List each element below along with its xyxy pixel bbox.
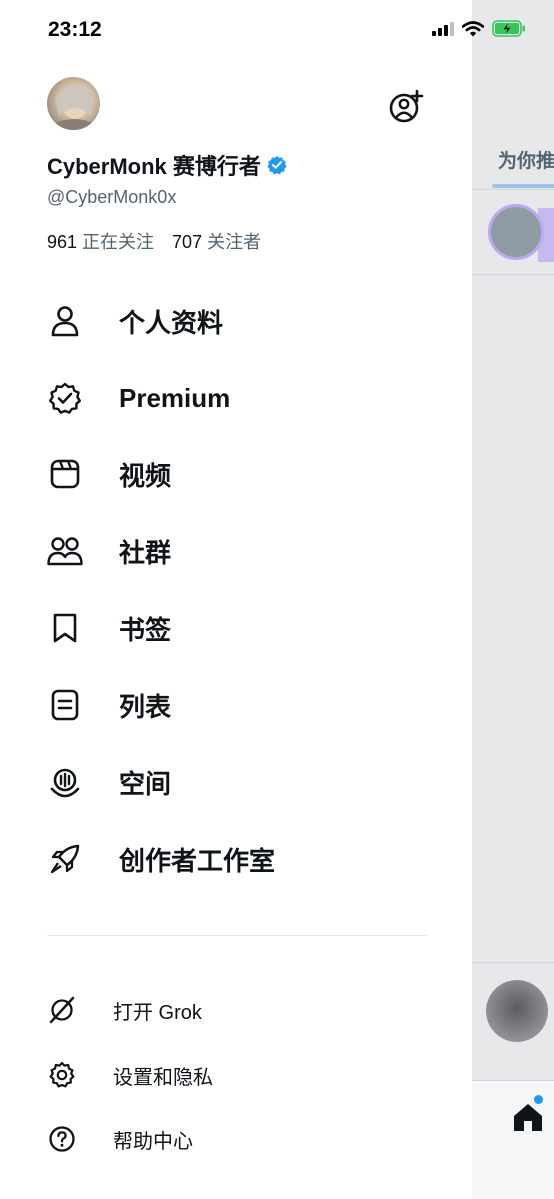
home-icon[interactable] (512, 1102, 544, 1132)
profile-handle: @CyberMonk0x (47, 187, 177, 207)
bg-tab-indicator (492, 184, 554, 188)
menu-item-help[interactable]: 帮助中心 (47, 1123, 427, 1155)
video-icon (47, 456, 83, 492)
person-icon (47, 303, 83, 339)
bookmark-icon (47, 610, 83, 646)
status-icons (432, 20, 526, 37)
bg-divider (472, 189, 554, 190)
avatar[interactable] (47, 77, 100, 130)
menu-label: 社群 (119, 537, 172, 568)
bg-tab-for-you[interactable]: 为你推 (498, 146, 554, 173)
signal-icon (432, 21, 454, 36)
menu-label: 创作者工作室 (119, 845, 276, 876)
following-stat[interactable]: 961 正在关注 (47, 228, 154, 254)
display-name: CyberMonk 赛博行者 (47, 154, 261, 179)
menu-item-video[interactable]: 视频 (47, 452, 427, 496)
follow-stats: 961 正在关注 707 关注者 (47, 228, 261, 254)
bg-divider (472, 962, 554, 963)
bg-post-avatar[interactable] (486, 980, 548, 1042)
battery-charging-icon (492, 20, 525, 37)
menu-label: Premium (119, 382, 231, 413)
menu-label: 列表 (119, 691, 172, 722)
menu-label: 打开 Grok (113, 1001, 202, 1024)
followers-count: 707 (172, 232, 203, 252)
followers-label: 关注者 (207, 232, 262, 252)
background-feed[interactable]: 为你推 (472, 0, 554, 1199)
bg-divider (472, 274, 554, 275)
wifi-icon (462, 20, 484, 36)
profile-name-row[interactable]: CyberMonk 赛博行者 (47, 149, 287, 181)
menu-item-creator-studio[interactable]: 创作者工作室 (47, 837, 427, 881)
bg-story-avatar[interactable] (488, 204, 544, 260)
communities-icon (47, 533, 83, 569)
side-drawer: 23:12 CyberMonk 赛博行者 @CyberMonk0x 961 正在关… (0, 0, 472, 1199)
menu-item-settings[interactable]: 设置和隐私 (47, 1059, 427, 1091)
following-label: 正在关注 (82, 232, 155, 252)
status-time: 23:12 (48, 18, 102, 41)
menu-item-communities[interactable]: 社群 (47, 529, 427, 573)
spaces-icon (47, 764, 83, 800)
following-count: 961 (47, 232, 78, 252)
menu-item-bookmarks[interactable]: 书签 (47, 606, 427, 650)
followers-stat[interactable]: 707 关注者 (172, 228, 261, 254)
list-icon (47, 687, 83, 723)
menu-label: 视频 (119, 460, 172, 491)
rocket-icon (47, 841, 83, 877)
menu-label: 帮助中心 (113, 1130, 193, 1153)
gear-icon (47, 1060, 77, 1090)
menu-item-spaces[interactable]: 空间 (47, 760, 427, 804)
menu-item-profile[interactable]: 个人资料 (47, 299, 427, 343)
verified-badge-icon (47, 380, 83, 416)
menu-label: 空间 (119, 768, 172, 799)
add-account-icon[interactable] (388, 88, 424, 124)
help-icon (47, 1124, 77, 1154)
avatar-image (52, 84, 96, 130)
menu-label: 书签 (119, 614, 172, 645)
menu-item-lists[interactable]: 列表 (47, 683, 427, 727)
divider (47, 935, 427, 936)
grok-icon (47, 995, 77, 1025)
notification-dot (534, 1095, 543, 1104)
menu-item-premium[interactable]: Premium (47, 376, 427, 420)
menu-item-grok[interactable]: 打开 Grok (47, 994, 427, 1026)
menu-label: 设置和隐私 (113, 1066, 213, 1089)
menu-label: 个人资料 (119, 307, 224, 338)
verified-badge-icon (267, 155, 287, 175)
